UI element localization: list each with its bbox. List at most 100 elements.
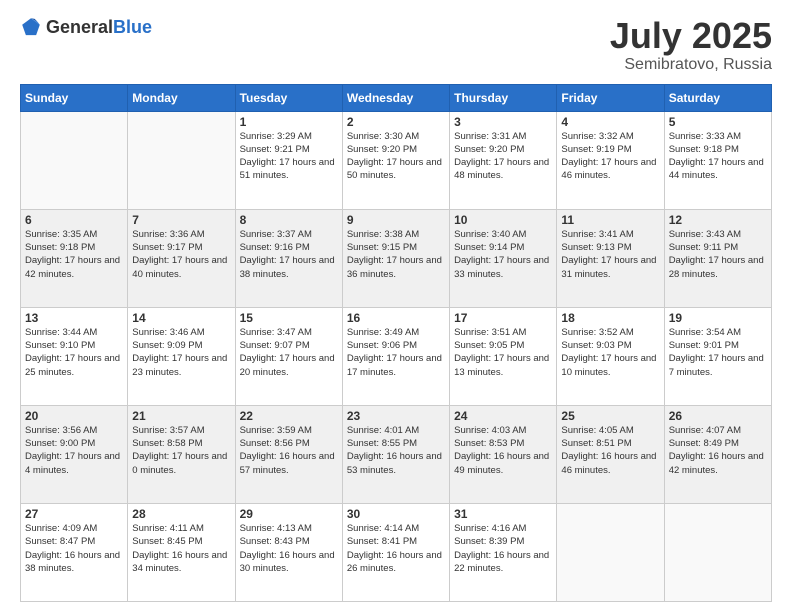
day-number: 8: [240, 213, 338, 227]
day-number: 26: [669, 409, 767, 423]
day-number: 6: [25, 213, 123, 227]
calendar-cell: 9Sunrise: 3:38 AM Sunset: 9:15 PM Daylig…: [342, 209, 449, 307]
day-number: 13: [25, 311, 123, 325]
day-number: 10: [454, 213, 552, 227]
calendar-cell: 22Sunrise: 3:59 AM Sunset: 8:56 PM Dayli…: [235, 405, 342, 503]
calendar-cell: 17Sunrise: 3:51 AM Sunset: 9:05 PM Dayli…: [450, 307, 557, 405]
day-number: 4: [561, 115, 659, 129]
day-number: 23: [347, 409, 445, 423]
calendar-cell: 30Sunrise: 4:14 AM Sunset: 8:41 PM Dayli…: [342, 503, 449, 601]
calendar-week-row: 20Sunrise: 3:56 AM Sunset: 9:00 PM Dayli…: [21, 405, 772, 503]
calendar-cell: 14Sunrise: 3:46 AM Sunset: 9:09 PM Dayli…: [128, 307, 235, 405]
logo: GeneralBlue: [20, 16, 152, 38]
calendar-cell: 8Sunrise: 3:37 AM Sunset: 9:16 PM Daylig…: [235, 209, 342, 307]
day-info: Sunrise: 3:59 AM Sunset: 8:56 PM Dayligh…: [240, 424, 338, 477]
page: GeneralBlue July 2025 Semibratovo, Russi…: [0, 0, 792, 612]
day-info: Sunrise: 3:31 AM Sunset: 9:20 PM Dayligh…: [454, 130, 552, 183]
calendar-cell: 13Sunrise: 3:44 AM Sunset: 9:10 PM Dayli…: [21, 307, 128, 405]
day-number: 17: [454, 311, 552, 325]
day-number: 5: [669, 115, 767, 129]
calendar-day-header: Thursday: [450, 84, 557, 111]
day-number: 18: [561, 311, 659, 325]
calendar-week-row: 13Sunrise: 3:44 AM Sunset: 9:10 PM Dayli…: [21, 307, 772, 405]
day-number: 9: [347, 213, 445, 227]
calendar-day-header: Tuesday: [235, 84, 342, 111]
day-info: Sunrise: 4:03 AM Sunset: 8:53 PM Dayligh…: [454, 424, 552, 477]
day-info: Sunrise: 3:40 AM Sunset: 9:14 PM Dayligh…: [454, 228, 552, 281]
calendar-table: SundayMondayTuesdayWednesdayThursdayFrid…: [20, 84, 772, 602]
calendar-cell: 6Sunrise: 3:35 AM Sunset: 9:18 PM Daylig…: [21, 209, 128, 307]
day-info: Sunrise: 4:01 AM Sunset: 8:55 PM Dayligh…: [347, 424, 445, 477]
calendar-week-row: 6Sunrise: 3:35 AM Sunset: 9:18 PM Daylig…: [21, 209, 772, 307]
logo-general: General: [46, 17, 113, 37]
calendar-cell: 19Sunrise: 3:54 AM Sunset: 9:01 PM Dayli…: [664, 307, 771, 405]
calendar-cell: [128, 111, 235, 209]
calendar-cell: 28Sunrise: 4:11 AM Sunset: 8:45 PM Dayli…: [128, 503, 235, 601]
day-info: Sunrise: 3:56 AM Sunset: 9:00 PM Dayligh…: [25, 424, 123, 477]
day-number: 28: [132, 507, 230, 521]
calendar-cell: 29Sunrise: 4:13 AM Sunset: 8:43 PM Dayli…: [235, 503, 342, 601]
day-number: 14: [132, 311, 230, 325]
day-info: Sunrise: 3:38 AM Sunset: 9:15 PM Dayligh…: [347, 228, 445, 281]
calendar-cell: [21, 111, 128, 209]
day-number: 20: [25, 409, 123, 423]
calendar-cell: 18Sunrise: 3:52 AM Sunset: 9:03 PM Dayli…: [557, 307, 664, 405]
calendar-week-row: 1Sunrise: 3:29 AM Sunset: 9:21 PM Daylig…: [21, 111, 772, 209]
day-number: 25: [561, 409, 659, 423]
day-info: Sunrise: 4:13 AM Sunset: 8:43 PM Dayligh…: [240, 522, 338, 575]
calendar-day-header: Monday: [128, 84, 235, 111]
calendar-cell: 2Sunrise: 3:30 AM Sunset: 9:20 PM Daylig…: [342, 111, 449, 209]
day-info: Sunrise: 4:16 AM Sunset: 8:39 PM Dayligh…: [454, 522, 552, 575]
day-info: Sunrise: 3:30 AM Sunset: 9:20 PM Dayligh…: [347, 130, 445, 183]
day-info: Sunrise: 3:37 AM Sunset: 9:16 PM Dayligh…: [240, 228, 338, 281]
calendar-cell: 12Sunrise: 3:43 AM Sunset: 9:11 PM Dayli…: [664, 209, 771, 307]
calendar-cell: 24Sunrise: 4:03 AM Sunset: 8:53 PM Dayli…: [450, 405, 557, 503]
calendar-cell: 23Sunrise: 4:01 AM Sunset: 8:55 PM Dayli…: [342, 405, 449, 503]
day-number: 2: [347, 115, 445, 129]
day-info: Sunrise: 3:52 AM Sunset: 9:03 PM Dayligh…: [561, 326, 659, 379]
calendar-day-header: Sunday: [21, 84, 128, 111]
day-info: Sunrise: 3:51 AM Sunset: 9:05 PM Dayligh…: [454, 326, 552, 379]
day-number: 24: [454, 409, 552, 423]
calendar-cell: 31Sunrise: 4:16 AM Sunset: 8:39 PM Dayli…: [450, 503, 557, 601]
calendar-cell: 4Sunrise: 3:32 AM Sunset: 9:19 PM Daylig…: [557, 111, 664, 209]
day-number: 22: [240, 409, 338, 423]
day-info: Sunrise: 3:57 AM Sunset: 8:58 PM Dayligh…: [132, 424, 230, 477]
calendar-cell: 27Sunrise: 4:09 AM Sunset: 8:47 PM Dayli…: [21, 503, 128, 601]
calendar-cell: 7Sunrise: 3:36 AM Sunset: 9:17 PM Daylig…: [128, 209, 235, 307]
calendar-cell: 15Sunrise: 3:47 AM Sunset: 9:07 PM Dayli…: [235, 307, 342, 405]
day-number: 30: [347, 507, 445, 521]
calendar-day-header: Saturday: [664, 84, 771, 111]
main-title: July 2025: [610, 16, 772, 56]
calendar-cell: 16Sunrise: 3:49 AM Sunset: 9:06 PM Dayli…: [342, 307, 449, 405]
day-number: 21: [132, 409, 230, 423]
day-info: Sunrise: 3:49 AM Sunset: 9:06 PM Dayligh…: [347, 326, 445, 379]
calendar-cell: 5Sunrise: 3:33 AM Sunset: 9:18 PM Daylig…: [664, 111, 771, 209]
day-number: 15: [240, 311, 338, 325]
logo-icon: [20, 16, 42, 38]
calendar-cell: [664, 503, 771, 601]
day-number: 29: [240, 507, 338, 521]
day-info: Sunrise: 3:44 AM Sunset: 9:10 PM Dayligh…: [25, 326, 123, 379]
calendar-cell: 21Sunrise: 3:57 AM Sunset: 8:58 PM Dayli…: [128, 405, 235, 503]
logo-blue: Blue: [113, 17, 152, 37]
calendar-cell: 20Sunrise: 3:56 AM Sunset: 9:00 PM Dayli…: [21, 405, 128, 503]
day-number: 16: [347, 311, 445, 325]
day-info: Sunrise: 3:29 AM Sunset: 9:21 PM Dayligh…: [240, 130, 338, 183]
day-number: 27: [25, 507, 123, 521]
calendar-cell: 26Sunrise: 4:07 AM Sunset: 8:49 PM Dayli…: [664, 405, 771, 503]
day-info: Sunrise: 3:41 AM Sunset: 9:13 PM Dayligh…: [561, 228, 659, 281]
day-number: 7: [132, 213, 230, 227]
day-info: Sunrise: 3:36 AM Sunset: 9:17 PM Dayligh…: [132, 228, 230, 281]
day-info: Sunrise: 3:32 AM Sunset: 9:19 PM Dayligh…: [561, 130, 659, 183]
day-info: Sunrise: 4:11 AM Sunset: 8:45 PM Dayligh…: [132, 522, 230, 575]
calendar-cell: 3Sunrise: 3:31 AM Sunset: 9:20 PM Daylig…: [450, 111, 557, 209]
day-info: Sunrise: 4:05 AM Sunset: 8:51 PM Dayligh…: [561, 424, 659, 477]
calendar-day-header: Friday: [557, 84, 664, 111]
day-info: Sunrise: 3:47 AM Sunset: 9:07 PM Dayligh…: [240, 326, 338, 379]
day-info: Sunrise: 3:46 AM Sunset: 9:09 PM Dayligh…: [132, 326, 230, 379]
day-info: Sunrise: 4:14 AM Sunset: 8:41 PM Dayligh…: [347, 522, 445, 575]
calendar-cell: 25Sunrise: 4:05 AM Sunset: 8:51 PM Dayli…: [557, 405, 664, 503]
subtitle: Semibratovo, Russia: [610, 56, 772, 74]
calendar-cell: 11Sunrise: 3:41 AM Sunset: 9:13 PM Dayli…: [557, 209, 664, 307]
